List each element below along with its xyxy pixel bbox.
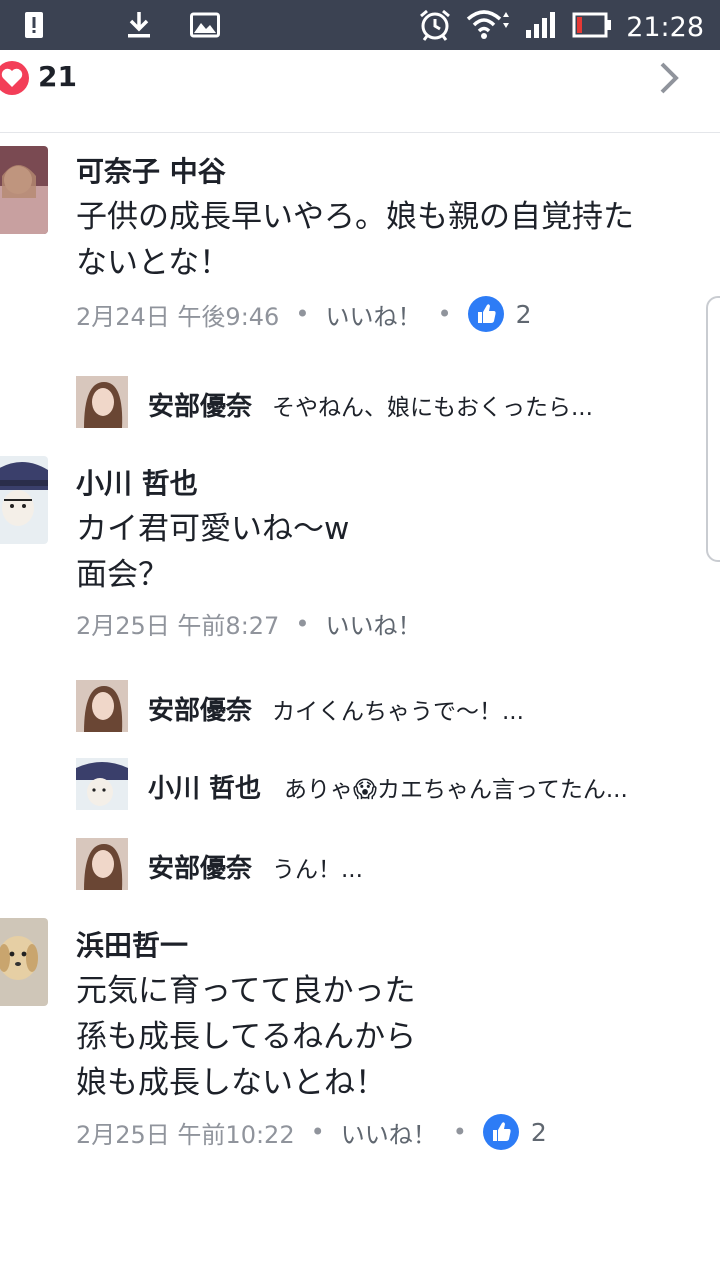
comment-meta: 2月24日 午後9:46 • いいね！ • 2	[76, 296, 532, 332]
comment-text: 子供の成長早いやろ。娘も親の自覚持た ないとな！	[76, 194, 634, 286]
gallery-icon	[190, 12, 220, 42]
avatar[interactable]	[76, 680, 128, 732]
signal-icon	[524, 10, 558, 44]
like-count[interactable]: 2	[516, 300, 532, 329]
avatar[interactable]	[0, 918, 48, 1006]
avatar[interactable]	[0, 146, 48, 234]
comment-meta: 2月25日 午前10:22 • いいね！ • 2	[76, 1114, 547, 1150]
comment-timestamp: 2月24日 午後9:46	[76, 302, 280, 331]
avatar[interactable]	[0, 456, 48, 544]
commenter-name[interactable]: 可奈子 中谷	[76, 150, 226, 190]
reply-preview: そやねん、娘にもおくったら...	[272, 395, 593, 421]
comment-line: ないとな！	[76, 245, 231, 281]
avatar[interactable]	[76, 838, 128, 890]
like-button[interactable]: いいね！	[326, 606, 422, 641]
comment-text: カイ君可愛いね〜w 面会？	[76, 506, 349, 598]
reply-item[interactable]: 安部優奈 うん！...	[76, 838, 716, 892]
separator: •	[310, 1118, 325, 1146]
comment-meta: 2月25日 午前8:27 • いいね！	[76, 606, 422, 641]
reply-author[interactable]: 安部優奈	[148, 848, 252, 885]
heart-icon	[0, 60, 30, 96]
download-icon	[126, 10, 152, 44]
comment-line: 元気に育ってて良かった	[76, 973, 416, 1009]
alarm-icon	[418, 8, 452, 46]
comment-timestamp: 2月25日 午前8:27	[76, 612, 280, 640]
comment-text: 元気に育ってて良かった 孫も成長してるねんから 娘も成長しないとね！	[76, 968, 416, 1106]
separator: •	[295, 300, 310, 328]
comment-line: 娘も成長しないとね！	[76, 1065, 386, 1101]
comment-line: 子供の成長早いやろ。娘も親の自覚持た	[76, 199, 634, 235]
like-icon	[482, 1114, 519, 1150]
commenter-name[interactable]: 浜田哲一	[76, 924, 188, 964]
reply-item[interactable]: 安部優奈 カイくんちゃうで〜！...	[76, 680, 716, 734]
like-button[interactable]: いいね！	[341, 1115, 437, 1150]
comment-line: カイ君可愛いね〜w	[76, 511, 350, 547]
battery-icon	[572, 12, 612, 42]
reply-item[interactable]: 安部優奈 そやねん、娘にもおくったら...	[76, 376, 716, 430]
comment-timestamp: 2月25日 午前10:22	[76, 1120, 295, 1149]
reply-author[interactable]: 小川 哲也	[148, 768, 261, 805]
reply-item[interactable]: 小川 哲也 ありゃ😱カエちゃん言ってたん...	[76, 758, 716, 812]
like-count[interactable]: 2	[531, 1118, 547, 1147]
reply-author[interactable]: 安部優奈	[148, 690, 252, 727]
status-bar: 21:28	[0, 0, 720, 50]
separator: •	[295, 609, 310, 638]
avatar[interactable]	[76, 758, 128, 810]
like-button[interactable]: いいね！	[326, 297, 422, 332]
reaction-count: 21	[38, 60, 77, 93]
comment-line: 孫も成長してるねんから	[76, 1019, 417, 1055]
reply-preview: うん！...	[272, 857, 363, 883]
comment-line: 面会？	[76, 557, 169, 593]
chevron-right-icon[interactable]	[658, 60, 682, 96]
clock: 21:28	[626, 11, 704, 43]
commenter-name[interactable]: 小川 哲也	[76, 462, 198, 502]
avatar[interactable]	[76, 376, 128, 428]
separator: •	[452, 1118, 467, 1146]
wifi-icon	[466, 9, 510, 45]
separator: •	[437, 300, 452, 328]
reply-preview: カイくんちゃうで〜！...	[272, 699, 524, 725]
alert-icon	[24, 10, 44, 44]
reply-preview: ありゃ😱カエちゃん言ってたん...	[284, 777, 628, 803]
reactions-bar[interactable]: 21	[0, 50, 720, 133]
like-icon	[467, 296, 504, 332]
reply-author[interactable]: 安部優奈	[148, 386, 252, 423]
